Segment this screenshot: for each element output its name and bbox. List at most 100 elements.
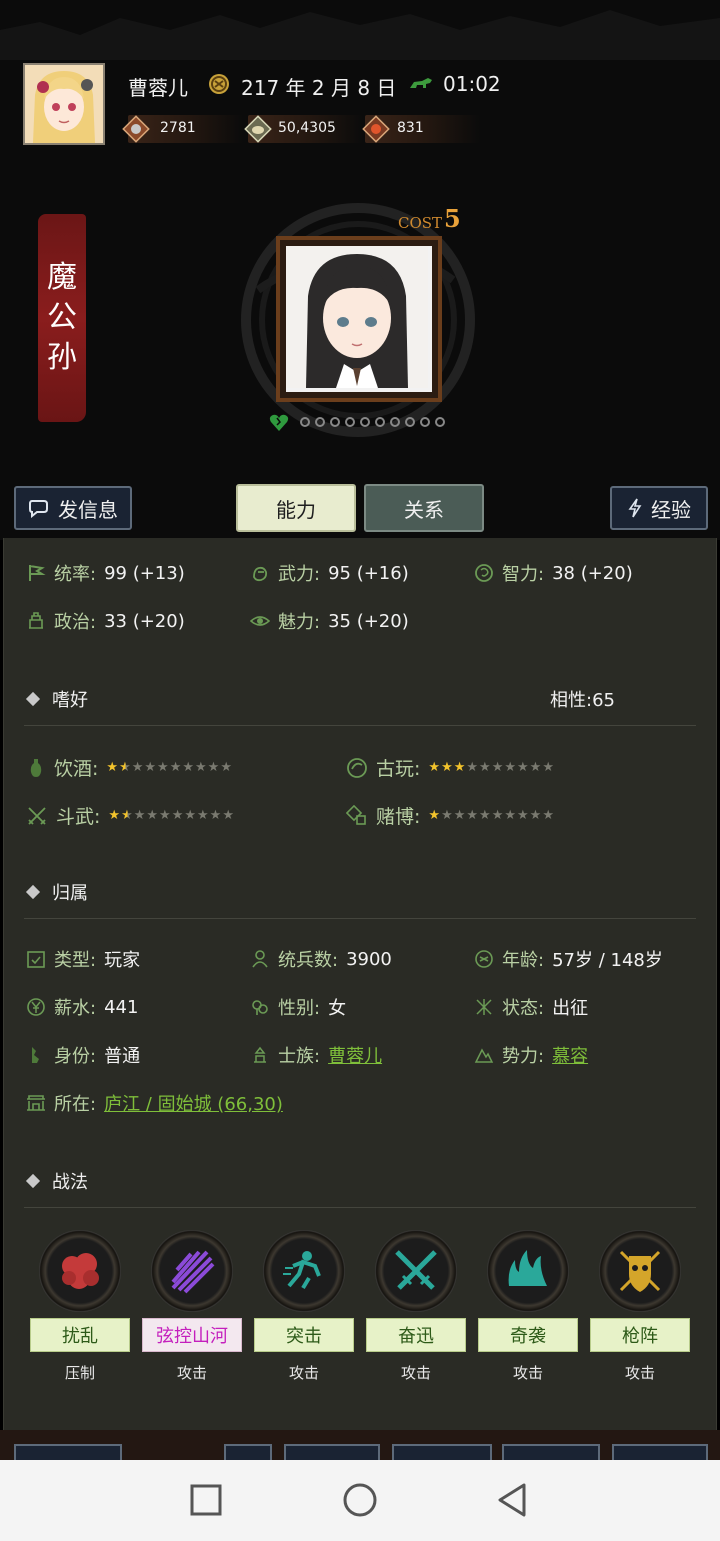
star-rating: ★★★★★★★★★★ [428,760,555,775]
toolbar-button[interactable] [224,1444,272,1460]
tactics-title: 战法 [52,1172,88,1193]
info-label: 状态: [502,998,545,1019]
affinity-value: 相性:65 [550,690,615,711]
info-label: 士族: [278,1046,321,1067]
star-icon: ★ [119,760,132,775]
tactic-item[interactable]: 奇袭 攻击 [478,1230,578,1390]
hobby-antique: 古玩: ★★★★★★★★★★ [346,754,555,781]
tab-ability[interactable]: 能力 [236,484,356,532]
info-label: 统兵数: [278,950,339,971]
age-icon [475,950,493,968]
star-icon: ★ [171,808,185,823]
send-message-label: 发信息 [58,497,118,522]
info-label: 所在: [54,1094,97,1115]
star-icon: ★ [144,760,158,775]
tactic-item[interactable]: 枪阵 攻击 [590,1230,690,1390]
diamond-bullet-icon [25,1173,41,1189]
diamond-bullet-icon [25,691,41,707]
experience-button[interactable]: 经验 [610,486,708,530]
yen-icon [27,998,45,1016]
star-rating: ★★★★★★★★★★ [428,808,555,823]
info-type: 类型: 玩家 [26,946,140,972]
bottom-toolbar-strip [0,1430,720,1460]
dice-icon [346,804,366,825]
charge-icon [283,1251,321,1290]
cost-value: 5 [444,204,461,233]
name-char-1: 魔 [47,260,77,295]
tactic-icon-ring [263,1230,345,1312]
back-icon[interactable] [496,1482,528,1518]
tactic-item[interactable]: 扰乱 压制 [30,1230,130,1390]
name-char-3: 孙 [47,340,77,375]
hobbies-title: 嗜好 [52,690,88,711]
faction-link[interactable]: 慕容 [552,1042,588,1068]
level-dot [390,417,400,427]
info-gender: 性别: 女 [250,994,346,1020]
tactic-item[interactable]: 突击 攻击 [254,1230,354,1390]
stat-value: 99 (+13) [104,562,185,584]
stat-label: 魅力: [278,612,321,633]
star-icon: ★ [209,808,223,823]
tactic-type: 压制 [64,1364,95,1382]
info-label: 身份: [54,1046,97,1067]
hobby-wine: 饮酒: ★★★★★★★★★★ [26,754,233,781]
level-dot [300,417,310,427]
divider [24,725,696,726]
hobby-label: 饮酒: [54,758,99,780]
star-icon: ★ [184,808,197,823]
level-dot [420,417,430,427]
belong-title: 归属 [52,883,88,904]
location-link[interactable]: 庐江 / 固始城 (66,30) [104,1090,283,1116]
character-name-banner: 魔 公 孙 [38,214,86,422]
level-dot [435,417,445,427]
star-icon: ★ [182,760,195,775]
character-portrait-frame[interactable] [276,236,442,402]
clan-link[interactable]: 曹蓉儿 [328,1042,382,1068]
info-value: 普通 [104,1046,141,1067]
toolbar-button[interactable] [502,1444,600,1460]
level-dot [405,417,415,427]
star-icon: ★ [197,808,210,823]
stat-label: 智力: [502,564,545,585]
stat-force: 武力: 95 (+16) [250,560,409,586]
stat-value: 35 (+20) [328,610,409,632]
tactic-icon-ring [151,1230,233,1312]
toolbar-button[interactable] [612,1444,708,1460]
info-value: 出征 [552,998,589,1019]
home-icon[interactable] [342,1482,378,1518]
tactic-icon-ring [599,1230,681,1312]
game-time: 01:02 [443,72,501,96]
troops-icon [362,115,390,143]
name-char-2: 公 [47,300,77,335]
tactic-item[interactable]: 奋迅 攻击 [366,1230,466,1390]
building-icon [29,612,43,629]
toolbar-button[interactable] [284,1444,380,1460]
tactic-item[interactable]: 弦控山河 攻击 [142,1230,242,1390]
level-dot [360,417,370,427]
info-value: 玩家 [104,950,141,971]
toolbar-button[interactable] [392,1444,492,1460]
star-icon: ★ [491,760,505,775]
hobby-label: 斗武: [56,806,101,828]
stat-label: 政治: [54,612,97,633]
star-icon: ★ [542,760,555,775]
recent-apps-icon[interactable] [190,1484,222,1516]
info-faction: 势力: 慕容 [474,1042,588,1068]
stat-label: 统率: [54,564,97,585]
player-avatar[interactable] [23,63,105,145]
toolbar-button[interactable] [14,1444,122,1460]
star-icon: ★ [517,808,530,823]
send-message-button[interactable]: 发信息 [14,486,132,530]
tactic-type: 攻击 [288,1364,319,1382]
star-icon: ★ [220,760,233,775]
experience-label: 经验 [651,497,691,522]
tactic-type: 攻击 [624,1364,655,1382]
tactic-icon-ring [487,1230,569,1312]
star-icon: ★ [133,808,147,823]
flag-icon [29,565,46,581]
star-icon: ★ [108,808,122,823]
star-icon: ★ [542,808,555,823]
star-icon: ★ [441,808,454,823]
tab-relation[interactable]: 关系 [364,484,484,532]
clan-icon [254,1046,266,1063]
